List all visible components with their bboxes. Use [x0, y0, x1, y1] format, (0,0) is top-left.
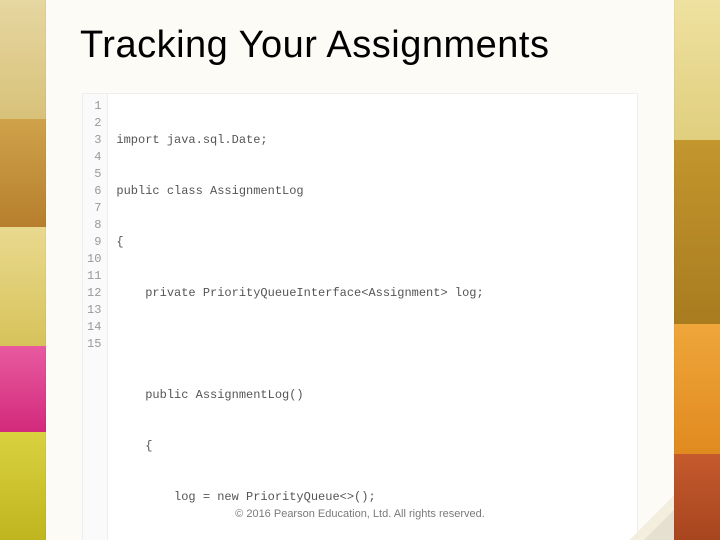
line-number: 8 [87, 217, 101, 234]
line-number: 5 [87, 166, 101, 183]
code-line: log = new PriorityQueue<>(); [116, 489, 490, 506]
copyright-footer: © 2016 Pearson Education, Ltd. All right… [46, 508, 674, 520]
bg-stripe [674, 324, 720, 454]
line-number: 12 [87, 285, 101, 302]
slide: Tracking Your Assignments 1 2 3 4 5 6 7 … [0, 0, 720, 540]
line-number: 1 [87, 98, 101, 115]
code-line: public AssignmentLog() [116, 387, 490, 404]
bg-stripe [674, 454, 720, 540]
line-number: 14 [87, 319, 101, 336]
slide-title: Tracking Your Assignments [80, 24, 646, 67]
code-line: { [116, 438, 490, 455]
bg-stripe [0, 0, 46, 119]
bg-stripe [0, 119, 46, 227]
code-line: { [116, 234, 490, 251]
bg-stripe [0, 346, 46, 432]
code-body: 1 2 3 4 5 6 7 8 9 10 11 12 13 14 15 [83, 94, 637, 540]
line-number: 15 [87, 336, 101, 353]
line-number: 6 [87, 183, 101, 200]
background-right [674, 0, 720, 540]
line-number: 9 [87, 234, 101, 251]
line-number: 4 [87, 149, 101, 166]
line-number: 7 [87, 200, 101, 217]
background-left [0, 0, 46, 540]
slide-content: Tracking Your Assignments 1 2 3 4 5 6 7 … [46, 0, 674, 540]
code-line [116, 336, 490, 353]
code-panel: 1 2 3 4 5 6 7 8 9 10 11 12 13 14 15 [82, 93, 638, 540]
bg-stripe [0, 227, 46, 346]
line-number: 13 [87, 302, 101, 319]
line-number: 2 [87, 115, 101, 132]
bg-stripe [674, 0, 720, 140]
code-line: public class AssignmentLog [116, 183, 490, 200]
code-line: private PriorityQueueInterface<Assignmen… [116, 285, 490, 302]
code-gutter: 1 2 3 4 5 6 7 8 9 10 11 12 13 14 15 [83, 94, 108, 540]
line-number: 3 [87, 132, 101, 149]
code-lines: import java.sql.Date; public class Assig… [108, 94, 498, 540]
bg-stripe [674, 140, 720, 324]
code-line: import java.sql.Date; [116, 132, 490, 149]
line-number: 11 [87, 268, 101, 285]
page-fold-icon [630, 496, 674, 540]
line-number: 10 [87, 251, 101, 268]
bg-stripe [0, 432, 46, 540]
